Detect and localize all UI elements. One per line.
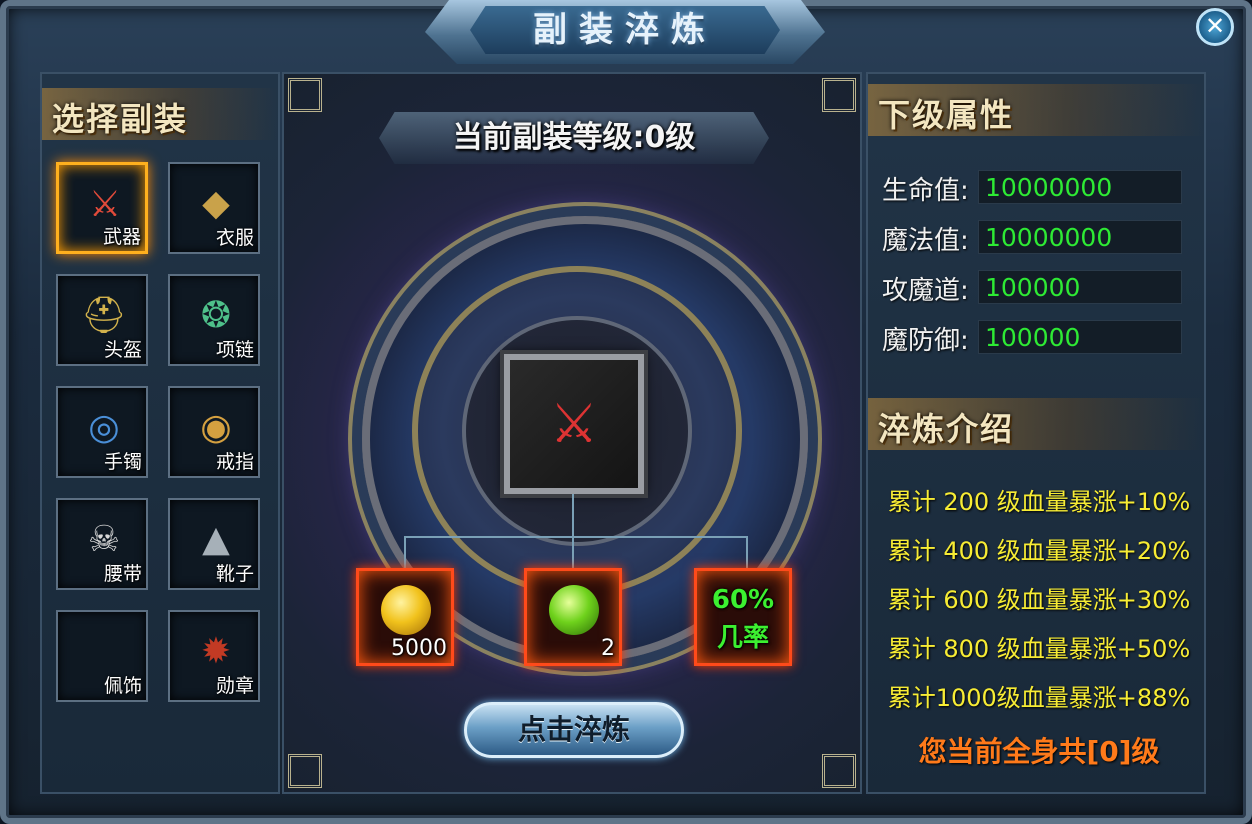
rate-label: 几率	[716, 623, 769, 653]
material-count: 5000	[391, 636, 447, 661]
slot-label: 头盔	[103, 339, 142, 361]
connector-line	[404, 536, 748, 570]
bonus-line: 累计1000级血量暴涨+88%	[887, 684, 1191, 712]
slot-armor[interactable]: ◆ 衣服	[168, 162, 260, 254]
attr-label: 生命值:	[882, 176, 969, 206]
material-orb[interactable]: 2	[524, 568, 622, 666]
rate-value: 60%	[711, 585, 775, 615]
attr-value: 10000000	[978, 220, 1182, 254]
equipment-select-panel: 选择副装 ⚔ 武器 ◆ 衣服 ⛑ 头盔 ❂ 项链 ◎ 手镯 ◉ 戒指 ☠ 腰带 …	[40, 72, 280, 794]
slot-necklace[interactable]: ❂ 项链	[168, 274, 260, 366]
slot-label: 武器	[102, 226, 141, 248]
necklace-icon: ❂	[200, 295, 232, 336]
slot-label: 戒指	[215, 451, 254, 473]
helmet-icon: ⛑	[81, 295, 127, 336]
attr-label: 攻魔道:	[882, 276, 969, 306]
close-icon[interactable]: ✕	[1196, 8, 1234, 46]
connector-line	[572, 536, 574, 568]
bracelet-icon: ◎	[88, 407, 120, 448]
corner-ornament	[822, 754, 856, 788]
window-title: 副装淬炼	[533, 10, 717, 50]
material-count: 2	[601, 636, 615, 661]
bonus-line: 累计 800 级血量暴涨+50%	[887, 635, 1191, 663]
slot-label: 项链	[215, 339, 254, 361]
belt-icon: ☠	[87, 519, 121, 560]
refine-intro-title: 淬炼介绍	[878, 410, 1015, 448]
gold-coin-icon	[381, 585, 431, 635]
attr-value: 100000	[978, 270, 1182, 304]
armor-icon: ◆	[202, 183, 230, 224]
boots-icon: ▲	[202, 519, 230, 560]
sword-icon: ⚔	[549, 392, 599, 455]
connector-line	[572, 494, 574, 536]
slot-label: 手镯	[103, 451, 142, 473]
green-orb-icon	[549, 585, 599, 635]
sword-icon: ⚔	[88, 184, 122, 225]
attr-value: 100000	[978, 320, 1182, 354]
slot-medal[interactable]: ✹ 勋章	[168, 610, 260, 702]
slot-helmet[interactable]: ⛑ 头盔	[56, 274, 148, 366]
medal-icon: ✹	[200, 631, 232, 672]
ring-icon: ◉	[200, 407, 232, 448]
slot-belt[interactable]: ☠ 腰带	[56, 498, 148, 590]
refine-panel: 当前副装等级:0级 ⚔ 5000 2 60% 几率 点击淬炼	[282, 72, 862, 794]
bonus-line: 累计 600 级血量暴涨+30%	[887, 586, 1191, 614]
next-level-attributes-title: 下级属性	[878, 96, 1015, 134]
corner-ornament	[288, 754, 322, 788]
attr-label: 魔防御:	[882, 326, 969, 356]
bonus-line: 累计 200 级血量暴涨+10%	[887, 488, 1191, 516]
slot-label: 腰带	[103, 563, 142, 585]
bonus-line: 累计 400 级血量暴涨+20%	[887, 537, 1191, 565]
select-equipment-title: 选择副装	[52, 100, 189, 138]
refine-button[interactable]: 点击淬炼	[464, 702, 684, 758]
slot-bracelet[interactable]: ◎ 手镯	[56, 386, 148, 478]
corner-ornament	[288, 78, 322, 112]
success-rate: 60% 几率	[694, 568, 792, 666]
attributes-panel: 下级属性 生命值: 10000000 魔法值: 10000000 攻魔道: 10…	[866, 72, 1206, 794]
slot-label: 靴子	[215, 563, 254, 585]
slot-weapon[interactable]: ⚔ 武器	[56, 162, 148, 254]
slot-ring[interactable]: ◉ 戒指	[168, 386, 260, 478]
selected-item-box: ⚔	[504, 354, 644, 494]
total-level-text: 您当前全身共[0]级	[918, 735, 1160, 768]
slot-label: 衣服	[215, 227, 254, 249]
attr-value: 10000000	[978, 170, 1182, 204]
slot-label: 佩饰	[103, 675, 142, 697]
material-gold[interactable]: 5000	[356, 568, 454, 666]
current-level-text: 当前副装等级:0级	[452, 120, 696, 155]
slot-label: 勋章	[215, 675, 254, 697]
slot-accessory[interactable]: 佩饰	[56, 610, 148, 702]
corner-ornament	[822, 78, 856, 112]
attr-label: 魔法值:	[882, 226, 969, 256]
slot-boots[interactable]: ▲ 靴子	[168, 498, 260, 590]
